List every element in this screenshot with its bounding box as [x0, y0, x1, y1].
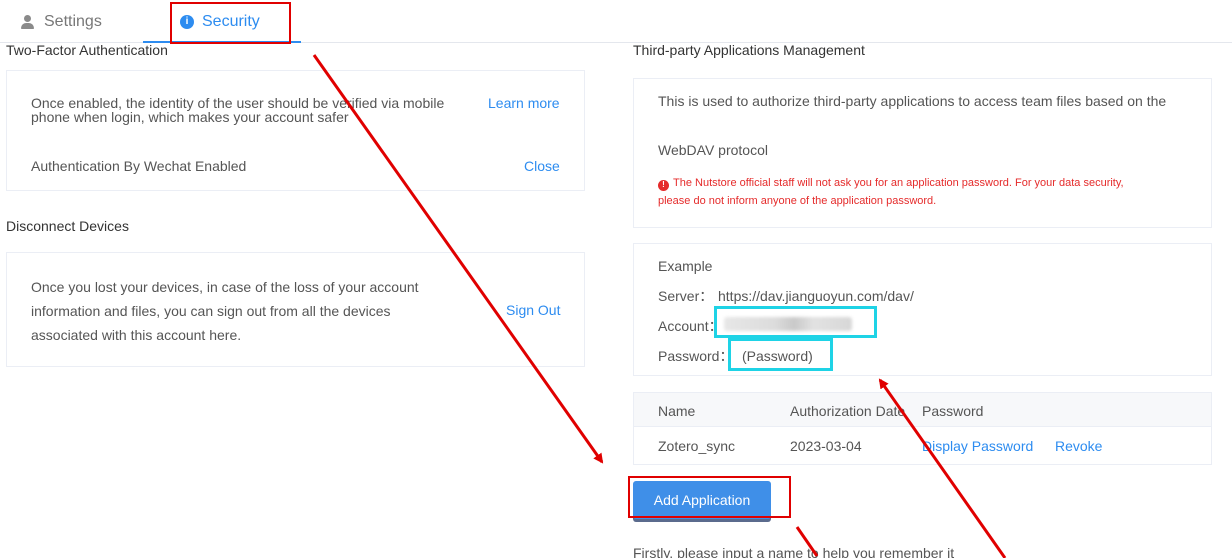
security-warning: ! The Nutstore official staff will not as… — [658, 174, 1198, 210]
learn-more-link[interactable]: Learn more — [488, 95, 560, 111]
disconnect-desc-line1: Once you lost your devices, in case of t… — [31, 279, 419, 295]
server-label: Server： — [658, 288, 714, 304]
row-auth-date: 2023-03-04 — [790, 438, 862, 454]
warning-line2: please do not inform anyone of the appli… — [658, 195, 937, 207]
col-name: Name — [658, 403, 696, 419]
third-party-desc-line1: This is used to authorize third-party ap… — [658, 93, 1167, 109]
warning-line1: The Nutstore official staff will not ask… — [673, 177, 1124, 189]
two-factor-desc-line2: phone when login, which makes your accou… — [31, 109, 349, 125]
warning-icon: ! — [658, 179, 669, 191]
close-wechat-auth-link[interactable]: Close — [524, 158, 560, 174]
annotation-security-box — [170, 2, 291, 44]
col-password: Password — [922, 403, 984, 419]
disconnect-desc-line2: information and files, you can sign out … — [31, 303, 391, 319]
annotation-password-box — [728, 338, 833, 371]
account-label: Account： — [658, 318, 723, 334]
wechat-auth-label: Authentication By Wechat Enabled — [31, 158, 247, 174]
disconnect-devices-title: Disconnect Devices — [6, 218, 129, 234]
col-authorization-date: Authorization Date — [790, 403, 906, 419]
add-app-hint: Firstly, please input a name to help you… — [633, 545, 955, 558]
annotation-account-box — [714, 306, 877, 338]
sign-out-link[interactable]: Sign Out — [506, 302, 560, 318]
third-party-desc-line2: WebDAV protocol — [658, 142, 768, 158]
password-label: Password： — [658, 348, 734, 364]
disconnect-desc-line3: associated with this account here. — [31, 327, 242, 343]
revoke-link[interactable]: Revoke — [1055, 438, 1102, 454]
row-app-name: Zotero_sync — [658, 438, 736, 454]
user-icon — [20, 14, 36, 30]
display-password-link[interactable]: Display Password — [922, 438, 1033, 454]
annotation-add-app-box — [628, 476, 791, 518]
example-title: Example — [658, 258, 713, 274]
third-party-title: Third-party Applications Management — [633, 42, 865, 58]
two-factor-title: Two-Factor Authentication — [6, 42, 168, 58]
tab-settings-label: Settings — [44, 12, 102, 30]
tab-settings[interactable]: Settings — [20, 0, 102, 43]
server-value: https://dav.jianguoyun.com/dav/ — [718, 288, 914, 304]
